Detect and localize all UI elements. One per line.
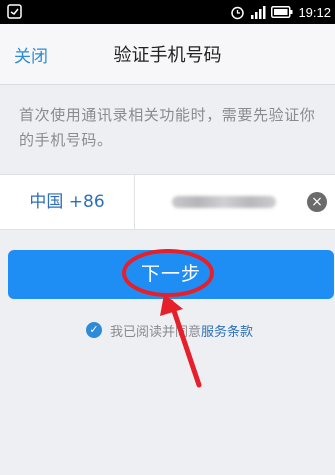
clear-icon[interactable]: × bbox=[307, 192, 327, 212]
annotation-arrow-shaft bbox=[168, 299, 202, 388]
signal-icon bbox=[251, 6, 266, 19]
terms-link[interactable]: 服务条款 bbox=[201, 321, 253, 340]
status-bar: 19:12 bbox=[0, 0, 335, 24]
divider bbox=[134, 175, 135, 229]
header: 关闭 验证手机号码 bbox=[0, 24, 335, 85]
agreement-prefix: 我已阅读并同意 bbox=[110, 324, 202, 340]
phone-number-field[interactable] bbox=[172, 196, 276, 208]
verification-tip: 首次使用通讯录相关功能时，需要先验证你的手机号码。 bbox=[19, 106, 316, 149]
country-code-selector[interactable]: 中国 +86 bbox=[0, 175, 134, 229]
next-button[interactable]: 下一步 bbox=[8, 250, 334, 299]
notification-icon bbox=[7, 4, 22, 19]
battery-icon bbox=[271, 6, 293, 18]
checkbox-checked-icon[interactable]: ✓ bbox=[86, 322, 102, 338]
status-time: 19:12 bbox=[298, 4, 331, 20]
agreement-row: ✓ 我已阅读并同意 服务条款 bbox=[86, 320, 253, 340]
page-title: 验证手机号码 bbox=[113, 45, 222, 66]
alarm-icon bbox=[231, 6, 245, 19]
phone-input-row: 中国 +86 × bbox=[0, 174, 335, 230]
